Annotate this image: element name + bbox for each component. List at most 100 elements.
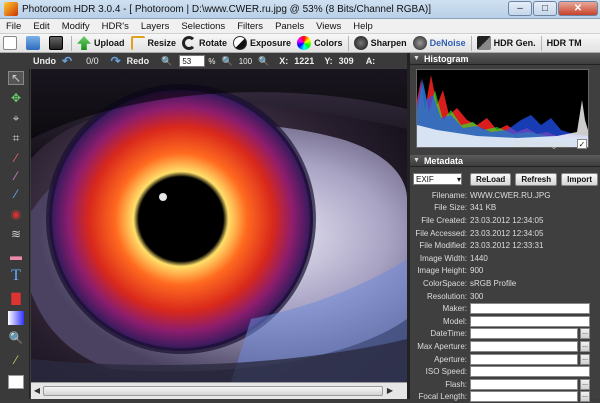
menu-bar: File Edit Modify HDR's Layers Selections… — [0, 19, 600, 34]
exposure-button[interactable]: Exposure — [230, 34, 294, 53]
sharpen-button[interactable]: Sharpen — [351, 34, 410, 53]
hdr-tm-button[interactable]: HDR TM — [544, 34, 585, 53]
x-coord-value: 1221 — [291, 56, 317, 66]
zoom-unit: % — [205, 57, 218, 66]
eyedropper-tool-icon[interactable]: ⁄ — [8, 353, 24, 367]
meta-field-max-aperture: Max Aperture:... — [410, 340, 600, 353]
menu-filters[interactable]: Filters — [231, 21, 269, 32]
max-aperture-browse-button[interactable]: ... — [580, 341, 590, 352]
iso-input[interactable] — [470, 366, 590, 377]
horizontal-scrollbar[interactable]: ◀ ▶ — [31, 382, 407, 399]
datetime-input[interactable] — [470, 328, 578, 339]
menu-file[interactable]: File — [0, 21, 27, 32]
menu-selections[interactable]: Selections — [175, 21, 231, 32]
separator — [541, 36, 542, 51]
metadata-header[interactable]: ▼Metadata — [410, 155, 600, 167]
meta-field-datetime: DateTime:... — [410, 328, 600, 341]
pencil-tool-icon[interactable]: ⁄ — [8, 169, 24, 183]
rotate-button[interactable]: Rotate — [179, 34, 230, 53]
menu-views[interactable]: Views — [310, 21, 347, 32]
upload-button[interactable]: Upload — [74, 34, 128, 53]
model-input[interactable] — [470, 316, 590, 327]
red-eye-tool-icon[interactable]: ◉ — [8, 207, 24, 221]
undo-icon[interactable]: ↶ — [59, 54, 75, 68]
maximize-button[interactable]: □ — [533, 1, 557, 16]
actual-size-label[interactable]: 100 — [236, 57, 255, 66]
separator — [471, 36, 472, 51]
eraser-tool-icon[interactable]: ▬ — [8, 249, 24, 263]
scroll-right-icon[interactable]: ▶ — [385, 386, 395, 396]
flash-input[interactable] — [470, 379, 578, 390]
redo-button[interactable]: Redo — [124, 56, 153, 66]
zoom-in-icon[interactable]: 🔍 — [255, 56, 272, 67]
colors-button[interactable]: Colors — [294, 34, 346, 53]
menu-modify[interactable]: Modify — [56, 21, 96, 32]
color-swatch[interactable] — [8, 375, 24, 389]
max-aperture-input[interactable] — [470, 341, 578, 352]
clone-tool-icon[interactable]: ⁄ — [8, 187, 24, 201]
refresh-button[interactable]: Refresh — [515, 173, 557, 186]
minimize-button[interactable]: – — [508, 1, 532, 16]
close-button[interactable]: ✕ — [558, 1, 598, 16]
histogram-header[interactable]: ▼Histogram — [410, 53, 600, 65]
meta-field-iso: ISO Speed: — [410, 365, 600, 378]
text-tool-icon[interactable]: T — [8, 269, 24, 283]
zoom-icon[interactable]: 🔍 — [158, 56, 175, 67]
scroll-left-icon[interactable]: ◀ — [32, 386, 42, 396]
menu-panels[interactable]: Panels — [269, 21, 310, 32]
smudge-tool-icon[interactable]: ≋ — [8, 227, 24, 241]
menu-edit[interactable]: Edit — [27, 21, 55, 32]
main-toolbar: Upload Resize Rotate Exposure Colors Sha… — [0, 34, 600, 53]
lasso-tool-icon[interactable]: ⌖ — [8, 111, 24, 125]
zoom-out-icon[interactable]: 🔍 — [218, 56, 235, 67]
aperture-input[interactable] — [470, 354, 578, 365]
meta-field-maker: Maker: — [410, 302, 600, 315]
new-file-button[interactable] — [0, 34, 23, 53]
zoom-input[interactable]: 53 — [179, 55, 205, 67]
meta-row-height: Image Height:900 — [410, 265, 600, 278]
collapse-icon[interactable]: ▼ — [413, 157, 420, 164]
color-wheel-icon — [297, 36, 311, 50]
undo-button[interactable]: Undo — [30, 56, 59, 66]
brush-tool-icon[interactable]: ⁄ — [8, 151, 24, 165]
flash-browse-button[interactable]: ... — [580, 379, 590, 390]
crop-tool-icon[interactable]: ⌗ — [8, 131, 24, 145]
open-button[interactable] — [23, 34, 46, 53]
menu-help[interactable]: Help — [347, 21, 379, 32]
magnifier-tool-icon[interactable]: 🔍 — [8, 331, 24, 345]
collapse-icon[interactable]: ▼ — [413, 55, 420, 62]
focal-length-input[interactable] — [470, 391, 578, 402]
reload-button[interactable]: ReLoad — [470, 173, 511, 186]
gradient-tool-icon[interactable] — [8, 311, 24, 325]
pointer-tool-icon[interactable]: ↖ — [8, 71, 24, 85]
title-bar: Photoroom HDR 3.0.4 - [ Photoroom | D:\w… — [0, 0, 600, 19]
maker-input[interactable] — [470, 303, 590, 314]
metadata-list: Filename:WWW.CWER.RU.JPG File Size:341 K… — [410, 189, 600, 403]
meta-row-accessed: File Accessed:23.03.2012 12:34:05 — [410, 227, 600, 240]
app-icon — [4, 2, 18, 16]
metadata-controls: EXIF▾ ReLoad Refresh Import — [413, 172, 598, 186]
meta-row-file-size: File Size:341 KB — [410, 202, 600, 215]
hdr-gen-button[interactable]: HDR Gen. — [474, 34, 539, 53]
move-tool-icon[interactable]: ✥ — [8, 91, 24, 105]
save-button[interactable] — [46, 34, 69, 53]
fill-tool-icon[interactable]: ▇ — [8, 291, 24, 305]
scroll-thumb[interactable] — [43, 386, 383, 396]
resize-button[interactable]: Resize — [128, 34, 180, 53]
redo-icon[interactable]: ↷ — [108, 54, 124, 68]
meta-row-filename: Filename:WWW.CWER.RU.JPG — [410, 189, 600, 202]
menu-hdrs[interactable]: HDR's — [96, 21, 135, 32]
menu-layers[interactable]: Layers — [135, 21, 176, 32]
denoise-button[interactable]: DeNoise — [410, 34, 469, 53]
rotate-icon — [182, 36, 196, 50]
aperture-browse-button[interactable]: ... — [580, 354, 590, 365]
datetime-browse-button[interactable]: ... — [580, 328, 590, 339]
image-canvas[interactable] — [31, 69, 407, 382]
histogram-checkbox[interactable]: ✓ — [577, 139, 587, 149]
focal-length-browse-button[interactable]: ... — [580, 391, 590, 402]
meta-row-colorspace: ColorSpace:sRGB Profile — [410, 277, 600, 290]
meta-row-created: File Created:23.03.2012 12:34:05 — [410, 214, 600, 227]
metadata-source-select[interactable]: EXIF▾ — [413, 173, 462, 185]
separator — [71, 36, 72, 51]
import-button[interactable]: Import — [561, 173, 598, 186]
